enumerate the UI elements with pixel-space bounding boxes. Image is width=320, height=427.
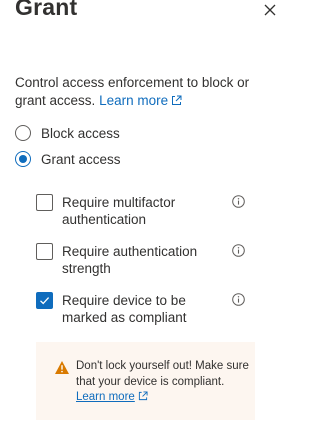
lockout-warning: Don't lock yourself out! Make sure that … <box>36 342 255 420</box>
warning-icon <box>55 361 69 374</box>
mfa-label: Require multifactor authentication <box>62 195 176 227</box>
checkmark-icon <box>40 297 50 305</box>
block-access-option[interactable]: Block access <box>15 125 120 141</box>
device-compliant-checkbox[interactable] <box>36 292 53 309</box>
warning-text: Don't lock yourself out! Make sure that … <box>76 360 249 388</box>
warning-learn-more-link[interactable]: Learn more <box>76 391 135 403</box>
device-compliant-label: Require device to be marked as compliant <box>62 293 187 325</box>
learn-more-label: Learn more <box>99 93 169 108</box>
control-device-compliant[interactable]: Require device to be marked as compliant <box>36 292 256 326</box>
info-icon[interactable] <box>232 293 245 306</box>
block-access-label: Block access <box>41 125 120 141</box>
grant-panel: Grant Control access enforcement to bloc… <box>0 0 280 427</box>
control-mfa[interactable]: Require multifactor authentication <box>36 194 256 228</box>
external-link-icon <box>172 95 182 105</box>
auth-strength-checkbox[interactable] <box>36 243 53 260</box>
mfa-checkbox[interactable] <box>36 194 53 211</box>
block-access-radio[interactable] <box>15 125 31 141</box>
grant-access-radio[interactable] <box>15 151 31 167</box>
auth-strength-label: Require authentication strength <box>62 244 198 276</box>
external-link-icon <box>138 391 148 401</box>
info-icon[interactable] <box>232 244 245 257</box>
panel-title: Grant <box>15 0 78 20</box>
description: Control access enforcement to block or g… <box>15 74 270 110</box>
info-icon[interactable] <box>232 195 245 208</box>
learn-more-link[interactable]: Learn more <box>99 93 182 108</box>
warning-learn-more-label: Learn more <box>76 391 135 403</box>
warning-text-block: Don't lock yourself out! Make sure that … <box>76 359 254 406</box>
close-icon[interactable] <box>263 3 277 17</box>
grant-access-option[interactable]: Grant access <box>15 151 121 167</box>
grant-access-label: Grant access <box>41 151 121 167</box>
control-auth-strength[interactable]: Require authentication strength <box>36 243 256 277</box>
